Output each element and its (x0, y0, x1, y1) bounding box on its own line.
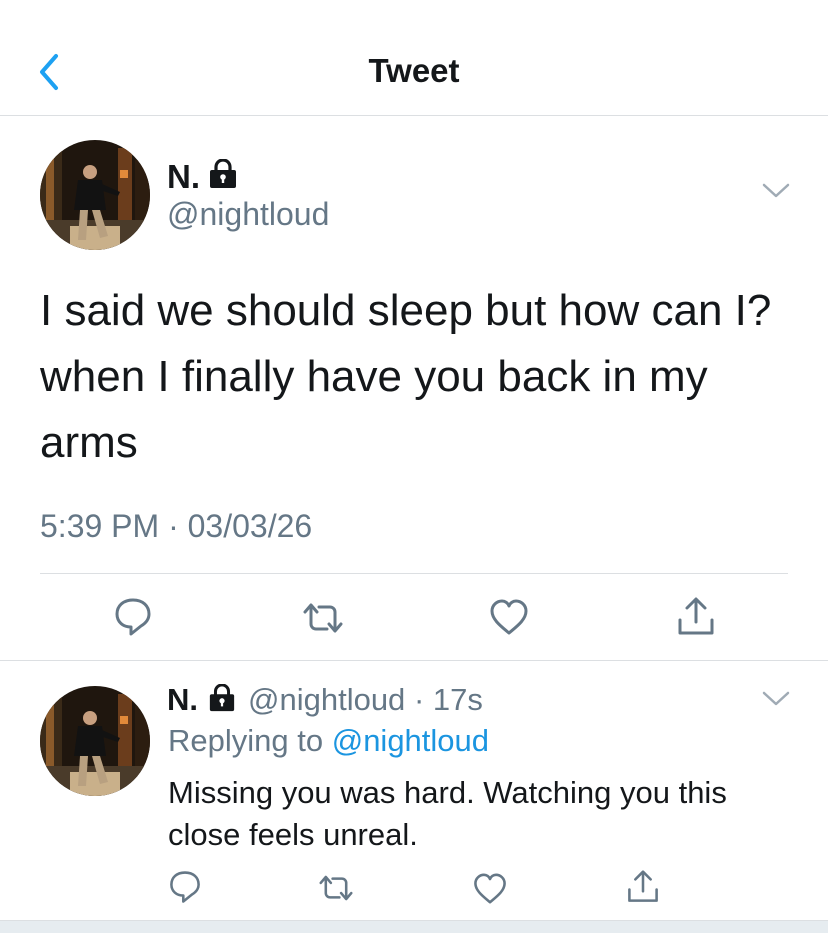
chevron-down-icon[interactable] (762, 690, 790, 708)
divider (40, 573, 788, 574)
tweet-timestamp[interactable]: 5:39 PM · 03/03/26 (40, 508, 312, 545)
reply-like-button[interactable] (472, 872, 508, 910)
lock-icon (207, 158, 239, 194)
reply-reply-button[interactable] (168, 869, 202, 910)
author-name[interactable]: N. (167, 158, 200, 196)
section-divider (0, 660, 828, 661)
reply-handle[interactable]: @nightloud (248, 682, 405, 717)
reply-avatar[interactable] (40, 686, 150, 796)
share-button[interactable] (676, 596, 716, 643)
share-icon[interactable] (676, 596, 716, 638)
reply-author-name[interactable]: N. (167, 682, 198, 718)
retweet-button[interactable] (299, 598, 347, 643)
retweet-icon[interactable] (315, 871, 357, 905)
reply-share-button[interactable] (626, 869, 660, 910)
replying-prefix: Replying to (168, 723, 324, 758)
like-button[interactable] (488, 598, 530, 641)
avatar-photo (40, 140, 150, 250)
reply-age: 17s (432, 682, 483, 717)
meta-separator: · (413, 682, 425, 717)
tweet-options-button[interactable] (762, 182, 790, 205)
like-icon[interactable] (488, 598, 530, 636)
avatar[interactable] (40, 140, 150, 250)
reply-meta: @nightloud · 17s (248, 682, 483, 718)
avatar-photo (40, 686, 150, 796)
like-icon[interactable] (472, 872, 508, 905)
page-title: Tweet (368, 52, 460, 89)
tweet-text: I said we should sleep but how can I? wh… (40, 286, 772, 467)
replying-mention[interactable]: @nightloud (332, 723, 489, 758)
reply-icon[interactable] (113, 596, 153, 638)
bottom-divider (0, 920, 828, 933)
reply-retweet-button[interactable] (315, 871, 357, 910)
lock-icon (207, 683, 237, 717)
nav-bar: Tweet (0, 0, 828, 116)
replying-to: Replying to @nightloud (168, 723, 489, 759)
reply-options-button[interactable] (762, 690, 790, 713)
retweet-icon[interactable] (299, 598, 347, 638)
reply-icon[interactable] (168, 869, 202, 905)
chevron-down-icon[interactable] (762, 182, 790, 200)
share-icon[interactable] (626, 869, 660, 905)
author-handle[interactable]: @nightloud (167, 196, 329, 233)
reply-button[interactable] (113, 596, 153, 643)
reply-text: Missing you was hard. Watching you this … (168, 775, 727, 852)
